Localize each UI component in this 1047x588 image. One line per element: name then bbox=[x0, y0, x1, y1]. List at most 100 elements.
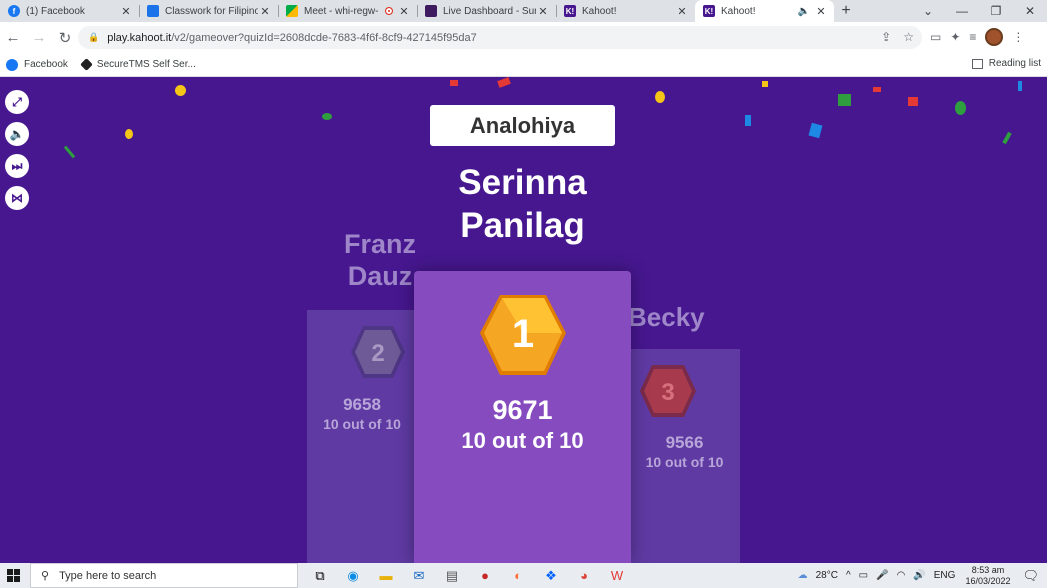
third-correct: 10 out of 10 bbox=[645, 454, 724, 470]
confetti-piece bbox=[63, 145, 76, 159]
tray-expand-icon[interactable]: ^ bbox=[846, 570, 851, 581]
third-score: 9566 bbox=[665, 433, 704, 452]
volume-tray-icon[interactable]: 🔊 bbox=[913, 570, 925, 581]
confetti-piece bbox=[1018, 81, 1022, 91]
bookmark-securetms[interactable]: SecureTMS Self Ser... bbox=[80, 58, 196, 71]
reading-list-button[interactable]: Reading list bbox=[971, 58, 1041, 69]
chrome-icon[interactable]: ◕ bbox=[574, 567, 594, 585]
classroom-favicon-icon bbox=[147, 5, 159, 17]
window-controls: ⌄ — ❐ ✕ bbox=[911, 0, 1047, 22]
bookmark-star-icon[interactable]: ☆ bbox=[903, 30, 914, 44]
fullscreen-icon[interactable]: ⤢ bbox=[5, 90, 29, 114]
minimize-button[interactable]: — bbox=[945, 4, 979, 18]
speaker-icon[interactable]: 🔈 bbox=[798, 6, 810, 17]
weather-icon[interactable]: ☁ bbox=[798, 570, 808, 581]
close-tab-icon[interactable]: ✕ bbox=[814, 5, 828, 18]
tab-kahoot[interactable]: K! Kahoot! ✕ bbox=[556, 0, 695, 22]
url-host: play.kahoot.it bbox=[107, 31, 172, 44]
tab-title: Kahoot! bbox=[721, 5, 756, 17]
task-view-icon[interactable]: ⧉ bbox=[310, 567, 330, 585]
first-rank-number: 1 bbox=[512, 312, 534, 356]
tab-facebook[interactable]: f (1) Facebook ✕ bbox=[0, 0, 139, 22]
skip-icon[interactable]: ⏭ bbox=[5, 154, 29, 178]
kahoot-favicon-icon: K! bbox=[703, 5, 715, 17]
wifi-icon[interactable]: ◠ bbox=[897, 570, 906, 581]
first-score: 9671 bbox=[492, 395, 553, 425]
profile-avatar[interactable] bbox=[985, 28, 1004, 46]
weather-temp[interactable]: 28°C bbox=[816, 570, 838, 581]
tab-title: Classwork for Filipino bbox=[165, 5, 258, 17]
firefox-icon[interactable]: ◐ bbox=[508, 567, 528, 585]
close-tab-icon[interactable]: ✕ bbox=[397, 5, 411, 18]
file-explorer-icon[interactable]: ▬ bbox=[376, 567, 396, 585]
reload-button[interactable]: ↻ bbox=[52, 29, 78, 47]
notification-icon[interactable]: 🗨 bbox=[1022, 568, 1039, 584]
tab-title: Meet - whi-regw- bbox=[304, 5, 379, 17]
bookmark-label: SecureTMS Self Ser... bbox=[96, 59, 196, 70]
clock-time: 8:53 am bbox=[971, 564, 1005, 575]
reader-mode-icon[interactable]: ▭ bbox=[930, 30, 941, 44]
confetti-piece bbox=[908, 97, 918, 106]
game-controls: ⤢ 🔈 ⏭ ⋈ bbox=[5, 90, 29, 210]
third-rank-number: 3 bbox=[661, 379, 674, 406]
confetti-piece bbox=[655, 91, 665, 103]
recorder-icon[interactable]: ● bbox=[475, 567, 495, 585]
game-over-stage: ⤢ 🔈 ⏭ ⋈ Analohiya Serinna Panilag Franz … bbox=[0, 77, 1047, 563]
edge-icon[interactable]: ◉ bbox=[343, 567, 363, 585]
address-bar[interactable]: 🔒 play.kahoot.it/v2/gameover?quizId=2608… bbox=[78, 26, 922, 49]
silver-medal-icon: 2 bbox=[351, 326, 405, 378]
taskbar-search[interactable]: ⚲ Type here to search bbox=[30, 563, 298, 588]
close-tab-icon[interactable]: ✕ bbox=[119, 5, 133, 18]
share-network-icon[interactable]: ⋈ bbox=[5, 186, 29, 210]
tab-meet[interactable]: Meet - whi-regw- ✕ bbox=[278, 0, 417, 22]
volume-icon[interactable]: 🔈 bbox=[5, 122, 29, 146]
second-score: 9658 bbox=[343, 395, 381, 414]
language-indicator[interactable]: ENG bbox=[934, 570, 956, 581]
battery-icon[interactable]: ▭ bbox=[859, 570, 868, 581]
tab-live-dashboard[interactable]: Live Dashboard - Sum ✕ bbox=[417, 0, 556, 22]
quiz-title: Analohiya bbox=[430, 105, 615, 146]
back-button[interactable]: ← bbox=[0, 29, 26, 46]
close-tab-icon[interactable]: ✕ bbox=[675, 5, 689, 18]
clock[interactable]: 8:53 am 16/03/2022 bbox=[965, 565, 1010, 587]
close-tab-icon[interactable]: ✕ bbox=[258, 5, 272, 18]
toolbar: ← → ↻ 🔒 play.kahoot.it/v2/gameover?quizI… bbox=[0, 22, 1047, 53]
store-icon[interactable]: ▤ bbox=[442, 567, 462, 585]
confetti-piece bbox=[1002, 131, 1012, 145]
second-rank-number: 2 bbox=[371, 340, 384, 367]
start-button[interactable] bbox=[0, 563, 26, 588]
taskbar-apps: ⧉ ◉ ▬ ✉ ▤ ● ◐ ❖ ◕ W bbox=[310, 567, 627, 585]
wps-icon[interactable]: W bbox=[607, 567, 627, 585]
restore-button[interactable]: ❐ bbox=[979, 4, 1013, 18]
close-tab-icon[interactable]: ✕ bbox=[536, 5, 550, 18]
new-tab-button[interactable]: + bbox=[834, 0, 858, 22]
share-icon[interactable]: ⇪ bbox=[881, 30, 891, 44]
tab-search-icon[interactable]: ⌄ bbox=[911, 4, 945, 18]
confetti-piece bbox=[873, 87, 881, 92]
confetti-piece bbox=[125, 129, 133, 139]
search-placeholder: Type here to search bbox=[59, 569, 157, 582]
confetti-piece bbox=[497, 77, 511, 88]
third-place-name: Becky bbox=[628, 302, 705, 332]
confetti-piece bbox=[955, 101, 966, 115]
confetti-piece bbox=[745, 115, 751, 126]
extensions-icon[interactable]: ✦ bbox=[950, 30, 960, 44]
securetms-icon bbox=[80, 58, 93, 71]
close-window-button[interactable]: ✕ bbox=[1013, 4, 1047, 18]
confetti-piece bbox=[808, 122, 823, 139]
first-place-name-line1: Serinna bbox=[458, 163, 587, 202]
mail-icon[interactable]: ✉ bbox=[409, 567, 429, 585]
confetti-piece bbox=[450, 80, 458, 86]
meet-favicon-icon bbox=[286, 5, 298, 17]
media-control-icon[interactable]: ≡ bbox=[969, 30, 976, 44]
bookmark-facebook[interactable]: Facebook bbox=[6, 58, 68, 71]
gold-medal-icon: 1 bbox=[480, 295, 566, 375]
dropbox-icon[interactable]: ❖ bbox=[541, 567, 561, 585]
forward-button[interactable]: → bbox=[26, 29, 52, 46]
microphone-icon[interactable]: 🎤 bbox=[876, 570, 888, 581]
tab-classwork[interactable]: Classwork for Filipino ✕ bbox=[139, 0, 278, 22]
podium-second: 2 9658 10 out of 10 bbox=[307, 310, 417, 563]
lock-icon[interactable]: 🔒 bbox=[88, 32, 99, 43]
menu-icon[interactable]: ⋮ bbox=[1012, 30, 1024, 44]
tab-kahoot-active[interactable]: K! Kahoot! 🔈 ✕ bbox=[695, 0, 834, 22]
